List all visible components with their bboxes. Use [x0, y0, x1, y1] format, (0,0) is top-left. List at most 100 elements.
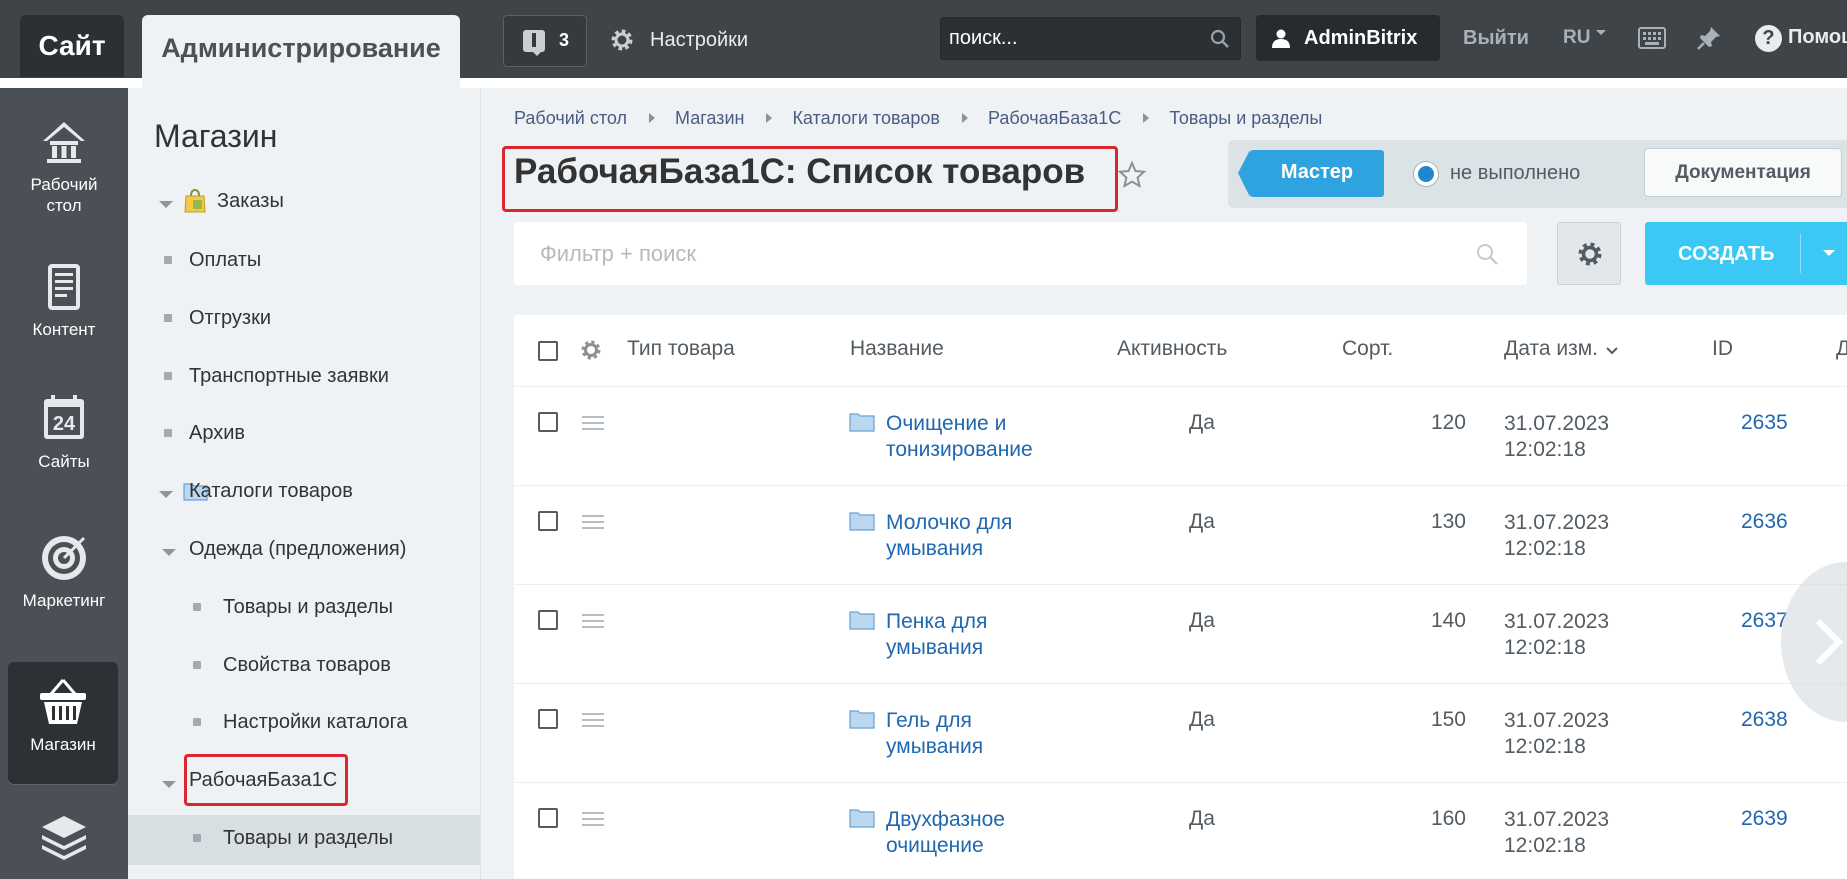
row-checkbox[interactable]: [538, 709, 558, 729]
nav-marketing[interactable]: Маркетинг: [0, 532, 128, 611]
drag-handle-icon[interactable]: [582, 613, 604, 629]
row-checkbox[interactable]: [538, 511, 558, 531]
folder-icon: [849, 809, 875, 828]
global-search[interactable]: [940, 17, 1241, 60]
admin-tab[interactable]: Администрирование: [142, 15, 460, 88]
folder-icon: [849, 413, 875, 432]
product-name-link[interactable]: Гель для умывания: [886, 708, 1076, 760]
pin-icon[interactable]: [1696, 25, 1722, 51]
cell-date-day: 31.07.2023: [1504, 808, 1610, 831]
column-header-active[interactable]: Активность: [1117, 337, 1227, 361]
column-header-sort[interactable]: Сорт.: [1342, 337, 1393, 361]
product-name-link[interactable]: Очищение и тонизирование: [886, 411, 1076, 463]
sidebar-item-transport[interactable]: Транспортные заявки: [189, 365, 389, 388]
master-button[interactable]: Мастер: [1238, 150, 1384, 197]
logout-link[interactable]: Выйти: [1463, 27, 1529, 50]
sidebar-item-products-current[interactable]: Товары и разделы: [223, 827, 393, 850]
sidebar-item-shipments[interactable]: Отгрузки: [189, 307, 271, 330]
column-header-date[interactable]: Дата изм.: [1504, 337, 1618, 361]
product-name-line: Гель для: [886, 709, 972, 732]
expand-arrow-icon[interactable]: [162, 549, 176, 556]
drag-handle-icon[interactable]: [582, 712, 604, 728]
chevron-down-icon[interactable]: [1823, 250, 1835, 256]
cell-id-link[interactable]: 2638: [1741, 708, 1788, 732]
product-name-link[interactable]: Пенка для умывания: [886, 609, 1076, 661]
nav-content[interactable]: Контент: [0, 261, 128, 340]
list-settings-button[interactable]: [1557, 222, 1621, 285]
gear-icon: [1578, 242, 1602, 266]
sidebar-item-archive[interactable]: Архив: [189, 422, 245, 445]
nav-desktop[interactable]: Рабочий стол: [0, 116, 128, 216]
highlight-frame-sidebar: [184, 754, 348, 806]
filter-search-input[interactable]: [514, 222, 1414, 285]
sidebar-item-clothes-products[interactable]: Товары и разделы: [223, 596, 393, 619]
sidebar-item-catalog-settings[interactable]: Настройки каталога: [223, 711, 408, 734]
gear-icon[interactable]: [580, 339, 602, 361]
cell-id-link[interactable]: 2635: [1741, 411, 1788, 435]
product-name-link[interactable]: Двухфазное очищение: [886, 807, 1076, 859]
breadcrumb-item[interactable]: Товары и разделы: [1169, 108, 1322, 128]
column-header-next[interactable]: Д: [1836, 337, 1847, 361]
keyboard-icon[interactable]: [1638, 27, 1666, 49]
drag-handle-icon[interactable]: [582, 514, 604, 530]
global-search-input[interactable]: [941, 18, 1191, 59]
search-icon[interactable]: [1210, 29, 1230, 49]
table-row[interactable]: Пенка для умывания Да 140 31.07.2023 12:02…: [514, 585, 1847, 684]
expand-arrow-icon[interactable]: [162, 781, 176, 788]
settings-link[interactable]: Настройки: [610, 25, 748, 55]
star-icon[interactable]: [1117, 160, 1147, 190]
cell-id-link[interactable]: 2639: [1741, 807, 1788, 831]
column-header-type[interactable]: Тип товара: [627, 337, 735, 361]
nav-shop[interactable]: Магазин: [8, 662, 118, 784]
cell-active: Да: [1189, 708, 1215, 731]
table-row[interactable]: Гель для умывания Да 150 31.07.2023 12:02:…: [514, 684, 1847, 783]
expand-arrow-icon[interactable]: [159, 491, 173, 498]
cell-date-time: 12:02:18: [1504, 438, 1586, 461]
cell-date-day: 31.07.2023: [1504, 709, 1610, 732]
sidebar-item-orders[interactable]: Заказы: [189, 190, 284, 213]
nav-sites[interactable]: 24 Сайты: [0, 393, 128, 472]
settings-label: Настройки: [650, 29, 749, 51]
breadcrumb-item[interactable]: Каталоги товаров: [792, 108, 940, 128]
select-all-checkbox[interactable]: [538, 341, 558, 361]
drag-handle-icon[interactable]: [582, 415, 604, 431]
site-button[interactable]: Сайт: [20, 15, 124, 77]
drag-handle-icon[interactable]: [582, 811, 604, 827]
row-checkbox[interactable]: [538, 412, 558, 432]
search-icon[interactable]: [1475, 242, 1499, 266]
sidebar-item-properties[interactable]: Свойства товаров: [223, 654, 391, 677]
product-name-link[interactable]: Молочко для умывания: [886, 510, 1076, 562]
cell-sort: 160: [1430, 807, 1466, 830]
column-header-id[interactable]: ID: [1712, 337, 1733, 361]
expand-arrow-icon[interactable]: [159, 201, 173, 208]
cell-id-link[interactable]: 2636: [1741, 510, 1788, 534]
sidebar-item-payments[interactable]: Оплаты: [189, 249, 261, 272]
filter-search[interactable]: [514, 222, 1527, 285]
sidebar-item-catalogs[interactable]: Каталоги товаров: [189, 480, 353, 503]
help-link[interactable]: ? Помощь: [1755, 25, 1847, 52]
sidebar-item-clothes[interactable]: Одежда (предложения): [189, 538, 406, 561]
top-bar: Сайт Администрирование 3 Настройки Admin…: [0, 0, 1847, 88]
column-header-name[interactable]: Название: [850, 337, 944, 361]
master-panel: Мастер не выполнено Документация: [1228, 140, 1847, 208]
cell-active: Да: [1189, 411, 1215, 434]
svg-text:24: 24: [53, 413, 76, 435]
row-checkbox[interactable]: [538, 610, 558, 630]
create-button[interactable]: СОЗДАТЬ: [1645, 222, 1847, 285]
row-checkbox[interactable]: [538, 808, 558, 828]
product-name-line: умывания: [886, 537, 984, 560]
breadcrumb-item[interactable]: РабочаяБаза1С: [988, 108, 1121, 128]
documentation-button[interactable]: Документация: [1644, 148, 1842, 197]
master-status: не выполнено: [1450, 162, 1581, 184]
user-menu[interactable]: AdminBitrix: [1256, 15, 1440, 61]
breadcrumb-item[interactable]: Магазин: [675, 108, 744, 128]
breadcrumb-item[interactable]: Рабочий стол: [514, 108, 627, 128]
products-table: Тип товара Название Активность Сорт. Дат…: [514, 315, 1847, 879]
notifications-button[interactable]: 3: [503, 15, 587, 67]
language-switch[interactable]: RU: [1563, 27, 1607, 49]
table-row[interactable]: Двухфазное очищение Да 160 31.07.2023 12:0…: [514, 783, 1847, 879]
table-row[interactable]: Очищение и тонизирование Да 120 31.07.202…: [514, 387, 1847, 486]
table-row[interactable]: Молочко для умывания Да 130 31.07.2023 12:…: [514, 486, 1847, 585]
nav-services[interactable]: [0, 810, 128, 868]
product-name-line: умывания: [886, 636, 984, 659]
